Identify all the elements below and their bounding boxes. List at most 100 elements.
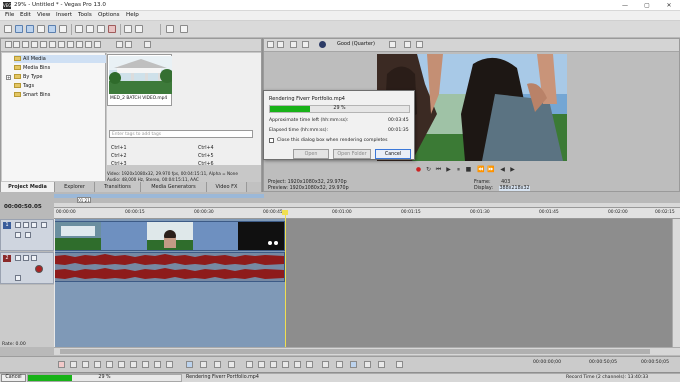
menu-help[interactable]: Help	[126, 12, 139, 18]
play-from-start-icon[interactable]: ⏮	[435, 166, 442, 173]
preview-properties-icon[interactable]	[277, 41, 284, 48]
open-button[interactable]: Open	[293, 149, 329, 159]
go-to-start-icon[interactable]: ⏪	[477, 166, 484, 173]
trim-icon[interactable]	[258, 361, 265, 368]
bin-icon[interactable]	[125, 41, 132, 48]
copy-snapshot-icon[interactable]	[404, 41, 411, 48]
fx-icon[interactable]	[302, 41, 309, 48]
next-frame-icon[interactable]: ▶	[509, 166, 516, 173]
lock-envelopes-icon[interactable]	[378, 361, 385, 368]
compositing-icon[interactable]	[15, 232, 21, 238]
record-icon[interactable]	[58, 361, 65, 368]
expand-track-icon[interactable]	[25, 232, 31, 238]
go-to-end-icon[interactable]: ⏩	[487, 166, 494, 173]
close-pane-icon[interactable]	[267, 41, 274, 48]
properties-icon[interactable]	[59, 25, 67, 33]
tab-media-generators[interactable]: Media Generators	[141, 182, 207, 192]
playhead-cursor[interactable]	[285, 213, 286, 348]
track-fx-icon[interactable]	[23, 222, 29, 228]
new-project-icon[interactable]	[4, 25, 12, 33]
save-as-icon[interactable]	[37, 25, 45, 33]
paste-icon[interactable]	[97, 25, 105, 33]
normal-edit-tool-icon[interactable]	[186, 361, 193, 368]
tags-icon[interactable]	[94, 41, 101, 48]
save-snapshot-icon[interactable]	[416, 41, 423, 48]
zoom-tool-icon[interactable]	[228, 361, 235, 368]
selection-tool-icon[interactable]	[214, 361, 221, 368]
menu-insert[interactable]: Insert	[56, 12, 72, 18]
envelope-tool-icon[interactable]	[200, 361, 207, 368]
auto-crossfade-icon[interactable]	[336, 361, 343, 368]
menu-tools[interactable]: Tools	[78, 12, 92, 18]
audio-track-header[interactable]: 2	[0, 252, 54, 284]
preview-quality-select[interactable]: Good (Quarter)	[337, 41, 375, 47]
redo-icon[interactable]	[135, 25, 143, 33]
tree-item-tags[interactable]: Tags	[14, 82, 34, 90]
pause-icon[interactable]	[106, 361, 113, 368]
video-event[interactable]	[54, 221, 285, 251]
region-icon[interactable]	[306, 361, 313, 368]
tab-video-fx[interactable]: Video FX	[207, 182, 247, 192]
tree-item-all-media[interactable]: All Media	[14, 55, 106, 63]
save-icon[interactable]	[26, 25, 34, 33]
tab-transitions[interactable]: Transitions	[95, 182, 141, 192]
go-to-end-icon[interactable]	[142, 361, 149, 368]
play-from-start-icon[interactable]	[82, 361, 89, 368]
mute-icon[interactable]	[31, 222, 37, 228]
open-folder-button[interactable]: Open Folder	[333, 149, 371, 159]
tree-item-smart-bins[interactable]: Smart Bins	[14, 91, 50, 99]
undo-icon[interactable]	[124, 25, 132, 33]
prev-frame-icon[interactable]	[154, 361, 161, 368]
expand-icon[interactable]: +	[6, 75, 11, 80]
status-cancel-button[interactable]: Cancel	[1, 374, 26, 382]
settings-icon[interactable]	[396, 361, 403, 368]
marker-icon[interactable]	[294, 361, 301, 368]
timeline-ruler[interactable]	[54, 208, 680, 219]
loop-icon[interactable]: ↻	[425, 166, 432, 173]
delete-icon[interactable]	[246, 361, 253, 368]
snap-icon[interactable]	[166, 25, 174, 33]
search-media-icon[interactable]	[116, 41, 123, 48]
scrollbar-thumb[interactable]	[60, 349, 650, 354]
render-as-icon[interactable]	[48, 25, 56, 33]
ignore-grouping-icon[interactable]	[364, 361, 371, 368]
menu-edit[interactable]: Edit	[20, 12, 31, 18]
import-media-icon[interactable]	[13, 41, 20, 48]
cancel-render-button[interactable]: Cancel	[375, 149, 411, 159]
external-monitor-icon[interactable]	[290, 41, 297, 48]
proxy-icon[interactable]	[85, 41, 92, 48]
split-icon[interactable]	[270, 361, 277, 368]
solo-icon[interactable]	[41, 222, 47, 228]
open-icon[interactable]	[15, 25, 23, 33]
lock-icon[interactable]	[282, 361, 289, 368]
tab-project-media[interactable]: Project Media	[1, 182, 55, 192]
media-fx-icon[interactable]	[76, 41, 83, 48]
help-icon[interactable]	[180, 25, 188, 33]
go-to-start-icon[interactable]	[130, 361, 137, 368]
menu-options[interactable]: Options	[98, 12, 120, 18]
stop-icon[interactable]	[118, 361, 125, 368]
capture-icon[interactable]	[22, 41, 29, 48]
media-thumbnail[interactable]: MED_2 BATCH VIDEO.mp4	[107, 54, 172, 106]
timeline-vertical-scrollbar[interactable]	[672, 219, 680, 347]
snapping-icon[interactable]	[322, 361, 329, 368]
menu-view[interactable]: View	[37, 12, 50, 18]
loop-playback-icon[interactable]	[70, 361, 77, 368]
track-motion-icon[interactable]	[15, 222, 21, 228]
maximize-button[interactable]: ▢	[636, 0, 658, 11]
play-icon[interactable]	[94, 361, 101, 368]
remove-media-icon[interactable]	[49, 41, 56, 48]
media-properties-icon[interactable]	[67, 41, 74, 48]
mute-icon[interactable]	[23, 255, 29, 261]
track-fx-icon[interactable]	[15, 255, 21, 261]
ripple-edit-icon[interactable]	[350, 361, 357, 368]
views-icon[interactable]	[144, 41, 151, 48]
timeline-horizontal-scrollbar[interactable]	[54, 347, 680, 355]
tree-item-by-type[interactable]: By Type	[14, 73, 42, 81]
record-icon[interactable]: ●	[415, 166, 422, 173]
solo-icon[interactable]	[31, 255, 37, 261]
record-arm-icon[interactable]	[35, 265, 43, 273]
delete-media-icon[interactable]	[58, 41, 65, 48]
get-media-icon[interactable]	[31, 41, 38, 48]
stop-icon[interactable]: ■	[465, 166, 472, 173]
